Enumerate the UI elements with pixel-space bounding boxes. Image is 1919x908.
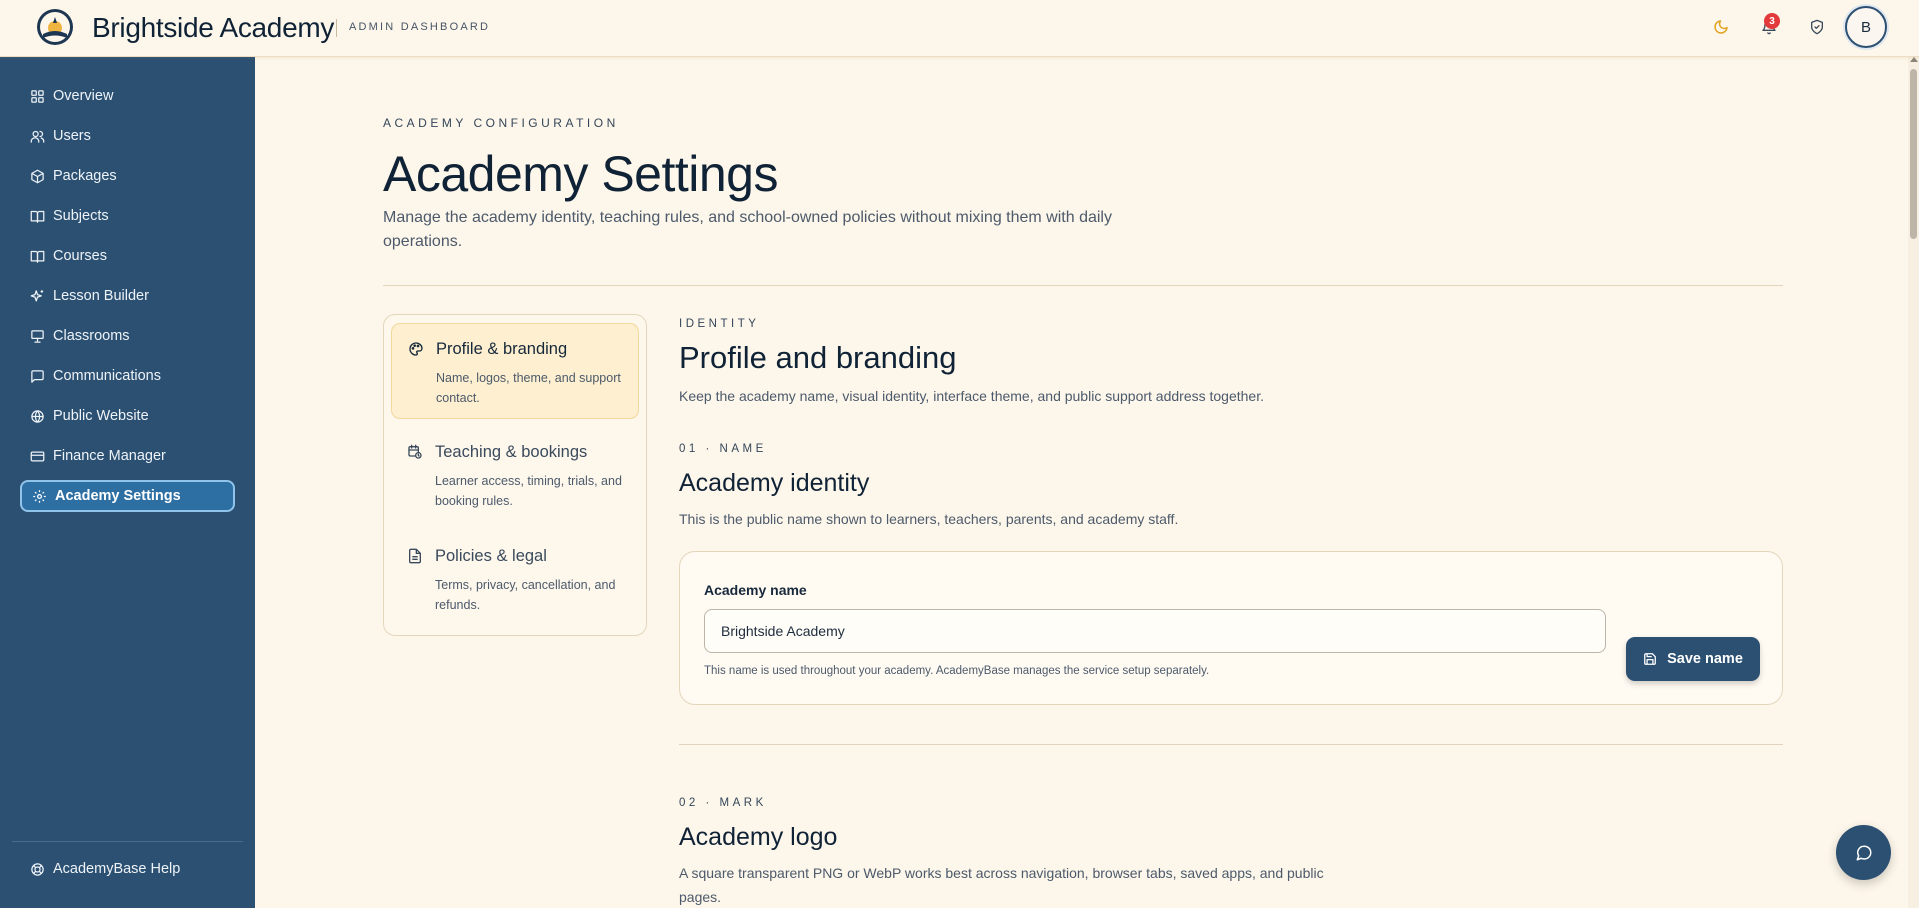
sidebar-item-label: Finance Manager — [53, 448, 166, 464]
mark-section-eyebrow: 02 · MARK — [679, 797, 767, 809]
identity-eyebrow: IDENTITY — [679, 318, 760, 330]
settings-menu-title: Policies & legal — [435, 547, 547, 565]
shield-check-icon[interactable] — [1806, 16, 1828, 38]
settings-menu-profile-branding[interactable]: Profile & branding Name, logos, theme, a… — [391, 323, 639, 419]
palette-icon — [408, 341, 424, 357]
user-avatar[interactable]: B — [1845, 6, 1887, 48]
sidebar-help-label: AcademyBase Help — [53, 861, 181, 877]
sidebar-item-label: Overview — [53, 88, 114, 104]
chat-bubble-icon — [1856, 845, 1872, 860]
settings-menu-title: Teaching & bookings — [435, 443, 588, 461]
sidebar: Overview Users Packages Subjects Courses… — [0, 57, 255, 908]
grid-icon — [29, 88, 45, 104]
brand-divider — [336, 19, 337, 37]
sidebar-item-label: Courses — [53, 248, 107, 264]
top-bar: Brightside Academy ADMIN DASHBOARD 3 B — [0, 0, 1919, 57]
academy-name-label: Academy name — [704, 582, 807, 598]
settings-menu-desc: Learner access, timing, trials, and book… — [435, 474, 622, 508]
sidebar-item-label: Classrooms — [53, 328, 130, 344]
sidebar-item-label: Subjects — [53, 208, 109, 224]
book-icon — [29, 248, 45, 264]
sidebar-item-packages[interactable]: Packages — [20, 160, 235, 192]
sidebar-item-classrooms[interactable]: Classrooms — [20, 320, 235, 352]
sidebar-item-courses[interactable]: Courses — [20, 240, 235, 272]
save-icon — [1644, 653, 1657, 665]
divider — [679, 744, 1783, 745]
sidebar-item-label: Academy Settings — [55, 488, 181, 504]
identity-description: Keep the academy name, visual identity, … — [679, 388, 1264, 404]
sidebar-item-communications[interactable]: Communications — [20, 360, 235, 392]
page-eyebrow: ACADEMY CONFIGURATION — [383, 116, 619, 130]
globe-icon — [29, 408, 45, 424]
calendar-clock-icon — [407, 444, 423, 460]
sidebar-item-label: Communications — [53, 368, 161, 384]
page-description: Manage the academy identity, teaching ru… — [383, 209, 1112, 250]
mark-section-description: A square transparent PNG or WebP works b… — [679, 865, 1324, 905]
name-section-eyebrow: 01 · NAME — [679, 443, 767, 455]
main-scrollbar[interactable] — [1908, 57, 1919, 908]
sidebar-item-label: Users — [53, 128, 91, 144]
users-icon — [29, 128, 45, 144]
settings-menu-desc: Terms, privacy, cancellation, and refund… — [435, 578, 616, 612]
identity-title: Profile and branding — [679, 340, 957, 375]
page-title: Academy Settings — [383, 146, 778, 202]
sidebar-item-label: Packages — [53, 168, 117, 184]
academy-name-help: This name is used throughout your academ… — [704, 665, 1210, 677]
chat-button[interactable] — [1836, 825, 1891, 880]
sidebar-divider — [12, 841, 243, 842]
notification-badge: 3 — [1764, 13, 1780, 29]
mark-section-title: Academy logo — [679, 823, 838, 851]
sidebar-item-public-website[interactable]: Public Website — [20, 400, 235, 432]
save-name-label: Save name — [1667, 651, 1743, 667]
credit-card-icon — [29, 448, 45, 464]
sparkles-icon — [29, 288, 45, 304]
settings-menu-desc: Name, logos, theme, and support contact. — [436, 371, 621, 405]
sidebar-item-help[interactable]: AcademyBase Help — [20, 853, 235, 885]
sidebar-item-label: Lesson Builder — [53, 288, 149, 304]
brand-name[interactable]: Brightside Academy — [92, 12, 334, 44]
package-icon — [29, 168, 45, 184]
sidebar-item-users[interactable]: Users — [20, 120, 235, 152]
sidebar-item-label: Public Website — [53, 408, 149, 424]
save-name-button[interactable]: Save name — [1626, 637, 1760, 681]
brand-logo-icon[interactable] — [36, 8, 74, 46]
help-circle-icon — [29, 861, 45, 877]
name-section-description: This is the public name shown to learner… — [679, 511, 1179, 527]
name-section-title: Academy identity — [679, 469, 870, 497]
gear-icon — [31, 488, 47, 504]
sidebar-item-finance-manager[interactable]: Finance Manager — [20, 440, 235, 472]
scrollbar-thumb[interactable] — [1910, 69, 1917, 239]
academy-name-card: Academy name This name is used throughou… — [679, 551, 1783, 705]
divider — [383, 285, 1783, 286]
settings-menu: Profile & branding Name, logos, theme, a… — [383, 314, 647, 636]
presentation-icon — [29, 328, 45, 344]
brand-subtitle: ADMIN DASHBOARD — [349, 21, 491, 33]
book-open-icon — [29, 208, 45, 224]
scroll-up-arrow-icon[interactable] — [1910, 57, 1918, 62]
academy-name-input[interactable] — [704, 609, 1606, 653]
sidebar-item-overview[interactable]: Overview — [20, 80, 235, 112]
settings-menu-teaching-bookings[interactable]: Teaching & bookings Learner access, timi… — [391, 427, 639, 523]
sidebar-item-academy-settings[interactable]: Academy Settings — [20, 480, 235, 512]
message-icon — [29, 368, 45, 384]
file-text-icon — [407, 548, 423, 564]
sidebar-item-lesson-builder[interactable]: Lesson Builder — [20, 280, 235, 312]
sidebar-item-subjects[interactable]: Subjects — [20, 200, 235, 232]
settings-menu-title: Profile & branding — [436, 340, 568, 358]
moon-icon[interactable] — [1710, 16, 1732, 38]
settings-menu-policies-legal[interactable]: Policies & legal Terms, privacy, cancell… — [391, 531, 639, 627]
